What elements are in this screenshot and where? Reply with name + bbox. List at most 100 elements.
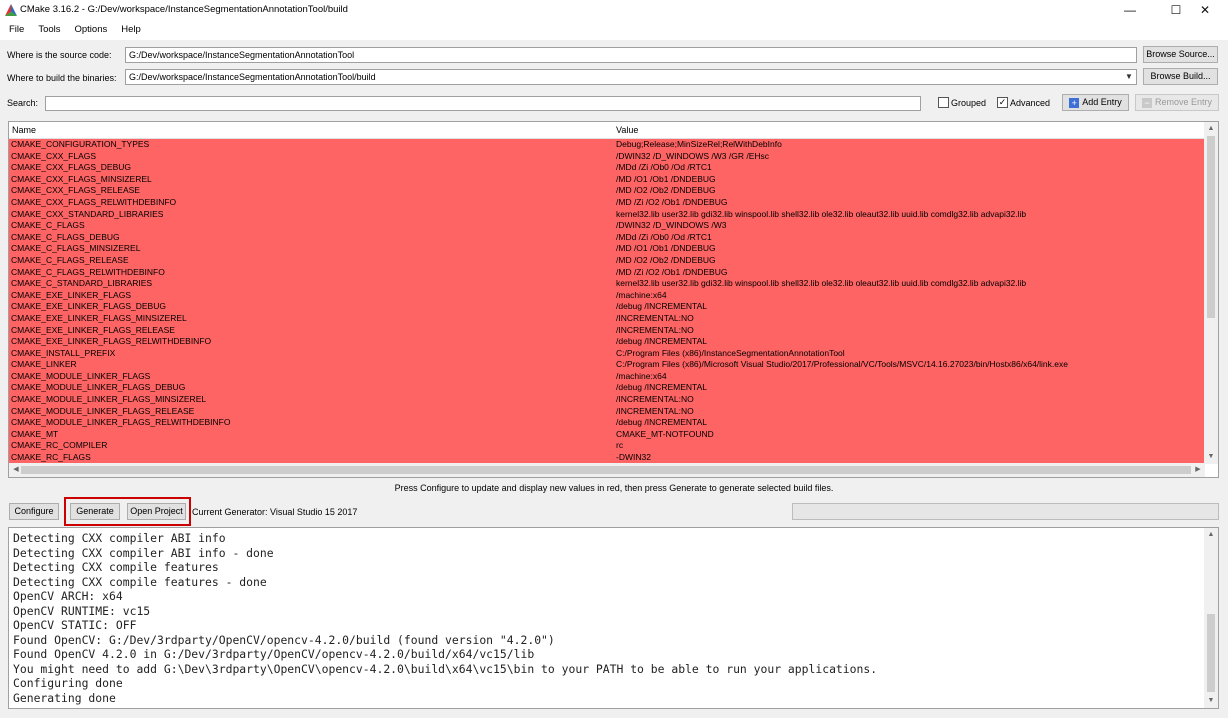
table-row[interactable]: CMAKE_RC_COMPILER rc xyxy=(9,440,1205,453)
search-input[interactable] xyxy=(45,96,921,111)
cache-entry-value[interactable]: kernel32.lib user32.lib gdi32.lib winspo… xyxy=(616,209,1026,221)
table-horizontal-scroll-thumb[interactable] xyxy=(21,466,1191,474)
scroll-right-icon[interactable]: ▶ xyxy=(1191,463,1205,477)
add-entry-button[interactable]: + Add Entry xyxy=(1062,94,1129,111)
cache-entry-value[interactable]: /INCREMENTAL:NO xyxy=(616,406,694,418)
browse-source-button[interactable]: Browse Source... xyxy=(1143,46,1218,63)
table-horizontal-scrollbar[interactable]: ◀ ▶ xyxy=(9,463,1205,477)
cache-entry-value[interactable]: /MD /O1 /Ob1 /DNDEBUG xyxy=(616,243,716,255)
cache-entry-value[interactable]: /INCREMENTAL:NO xyxy=(616,325,694,337)
table-row[interactable]: CMAKE_INSTALL_PREFIX C:/Program Files (x8… xyxy=(9,347,1205,360)
source-path-input[interactable]: G:/Dev/workspace/InstanceSegmentationAnn… xyxy=(125,47,1137,63)
scroll-down-icon[interactable]: ▼ xyxy=(1204,694,1218,708)
output-line: You might need to add G:\Dev\3rdparty\Op… xyxy=(13,661,878,676)
table-row[interactable]: CMAKE_C_FLAGS_DEBUG/MDd /Zi /Ob0 /Od /RT… xyxy=(9,231,1205,244)
cache-entry-value[interactable]: /debug /INCREMENTAL xyxy=(616,382,707,394)
cache-entry-value[interactable]: kernel32.lib user32.lib gdi32.lib winspo… xyxy=(616,278,1026,290)
scroll-down-icon[interactable]: ▼ xyxy=(1204,450,1218,464)
table-row[interactable]: CMAKE_MODULE_LINKER_FLAGS/machine:x64 xyxy=(9,370,1205,383)
cache-entry-value[interactable]: /DWIN32 /D_WINDOWS /W3 xyxy=(616,220,727,232)
table-row[interactable]: CMAKE_LINKER C:/Program Files (x86)/Micro… xyxy=(9,359,1205,371)
column-header-name[interactable]: Name xyxy=(12,125,36,135)
output-line: Detecting CXX compile features xyxy=(13,560,219,574)
source-label: Where is the source code: xyxy=(7,50,112,60)
table-row[interactable]: CMAKE_C_FLAGS_RELEASE/MD /O2 /Ob2 /DNDEB… xyxy=(9,254,1205,267)
cache-entry-value[interactable]: C:/Program Files (x86)/Microsoft Visual … xyxy=(616,359,1068,371)
table-row[interactable]: CMAKE_CXX_STANDARD_LIBRARIES kernel32.lib… xyxy=(9,208,1205,221)
search-label: Search: xyxy=(7,98,39,108)
table-row[interactable]: CMAKE_CXX_FLAGS_MINSIZEREL/MD /O1 /Ob1 /… xyxy=(9,173,1205,186)
browse-build-button[interactable]: Browse Build... xyxy=(1143,68,1218,85)
table-row[interactable]: CMAKE_C_STANDARD_LIBRARIES kernel32.lib u… xyxy=(9,278,1205,290)
advanced-checkbox[interactable]: ✓ xyxy=(997,97,1008,108)
cache-entry-value[interactable]: /MD /O2 /Ob2 /DNDEBUG xyxy=(616,255,716,267)
remove-entry-button[interactable]: − Remove Entry xyxy=(1135,94,1219,111)
close-button[interactable]: ✕ xyxy=(1182,0,1228,20)
table-row[interactable]: CMAKE_C_FLAGS_MINSIZEREL/MD /O1 /Ob1 /DN… xyxy=(9,243,1205,255)
menu-file[interactable]: File xyxy=(2,20,31,40)
table-row[interactable]: CMAKE_CXX_FLAGS/DWIN32 /D_WINDOWS /W3 /G… xyxy=(9,150,1205,163)
configure-hint: Press Configure to update and display ne… xyxy=(394,483,834,493)
cache-entry-value[interactable]: /DWIN32 /D_WINDOWS /W3 /GR /EHsc xyxy=(616,151,769,163)
table-row[interactable]: CMAKE_MT CMAKE_MT-NOTFOUND xyxy=(9,428,1205,441)
cache-entry-value[interactable]: /MD /Zi /O2 /Ob1 /DNDEBUG xyxy=(616,197,727,209)
table-vertical-scroll-thumb[interactable] xyxy=(1207,136,1215,318)
table-row[interactable]: CMAKE_RC_FLAGS -DWIN32 xyxy=(9,452,1205,464)
column-header-value[interactable]: Value xyxy=(616,125,638,135)
cache-entry-value[interactable]: /debug /INCREMENTAL xyxy=(616,336,707,348)
cache-entry-value[interactable]: /INCREMENTAL:NO xyxy=(616,394,694,406)
table-row[interactable]: CMAKE_C_FLAGS_RELWITHDEBINFO/MD /Zi /O2 … xyxy=(9,266,1205,279)
cache-entry-value[interactable]: /debug /INCREMENTAL xyxy=(616,301,707,313)
table-row[interactable]: CMAKE_EXE_LINKER_FLAGS_MINSIZEREL/INCREM… xyxy=(9,312,1205,325)
cache-entry-value[interactable]: /MD /O2 /Ob2 /DNDEBUG xyxy=(616,185,716,197)
cache-entry-value[interactable]: /INCREMENTAL:NO xyxy=(616,313,694,325)
cache-entry-value[interactable]: C:/Program Files (x86)/InstanceSegmentat… xyxy=(616,348,845,360)
table-row[interactable]: CMAKE_CXX_FLAGS_RELEASE/MD /O2 /Ob2 /DND… xyxy=(9,185,1205,197)
cache-entry-value[interactable]: /MD /O1 /Ob1 /DNDEBUG xyxy=(616,174,716,186)
table-row[interactable]: CMAKE_EXE_LINKER_FLAGS/machine:x64 xyxy=(9,289,1205,302)
table-row[interactable]: CMAKE_CXX_FLAGS_RELWITHDEBINFO/MD /Zi /O… xyxy=(9,196,1205,209)
cache-entry-name: CMAKE_CXX_FLAGS_MINSIZEREL xyxy=(11,173,152,184)
grouped-checkbox[interactable] xyxy=(938,97,949,108)
cache-entry-value[interactable]: /machine:x64 xyxy=(616,290,667,302)
table-row[interactable]: CMAKE_MODULE_LINKER_FLAGS_RELEASE/INCREM… xyxy=(9,405,1205,418)
menu-options[interactable]: Options xyxy=(68,20,115,40)
chevron-down-icon[interactable]: ▼ xyxy=(1122,70,1136,84)
table-row[interactable]: CMAKE_EXE_LINKER_FLAGS_RELEASE/INCREMENT… xyxy=(9,324,1205,337)
build-path-value: G:/Dev/workspace/InstanceSegmentationAnn… xyxy=(129,72,376,82)
cache-table[interactable]: Name Value CMAKE_CONFIGURATION_TYPES Debu… xyxy=(8,121,1219,478)
table-row[interactable]: CMAKE_C_FLAGS/DWIN32 /D_WINDOWS /W3 xyxy=(9,220,1205,232)
table-row[interactable]: CMAKE_EXE_LINKER_FLAGS_RELWITHDEBINFO/de… xyxy=(9,336,1205,348)
table-vertical-scrollbar[interactable]: ▲ ▼ xyxy=(1204,122,1218,464)
cache-entry-value[interactable]: /MDd /Zi /Ob0 /Od /RTC1 xyxy=(616,232,712,244)
menu-help[interactable]: Help xyxy=(114,20,148,40)
table-row[interactable]: CMAKE_CXX_FLAGS_DEBUG/MDd /Zi /Ob0 /Od /… xyxy=(9,162,1205,174)
cache-entry-value[interactable]: -DWIN32 xyxy=(616,452,651,464)
build-path-combobox[interactable]: G:/Dev/workspace/InstanceSegmentationAnn… xyxy=(125,69,1137,85)
configure-button[interactable]: Configure xyxy=(9,503,59,520)
table-row[interactable]: CMAKE_MODULE_LINKER_FLAGS_MINSIZEREL/INC… xyxy=(9,394,1205,406)
cache-entry-value[interactable]: rc xyxy=(616,440,623,452)
table-row[interactable]: CMAKE_CONFIGURATION_TYPES Debug;Release;M… xyxy=(9,139,1205,151)
table-row[interactable]: CMAKE_MODULE_LINKER_FLAGS_RELWITHDEBINFO… xyxy=(9,417,1205,429)
output-log[interactable]: Detecting CXX compiler ABI info Detecting… xyxy=(8,527,1219,709)
menu-tools[interactable]: Tools xyxy=(31,20,67,40)
cache-entry-name: CMAKE_RC_FLAGS xyxy=(11,452,91,463)
cache-entry-name: CMAKE_C_FLAGS_DEBUG xyxy=(11,231,120,242)
table-row[interactable]: CMAKE_EXE_LINKER_FLAGS_DEBUG/debug /INCR… xyxy=(9,301,1205,313)
cache-entry-value[interactable]: /machine:x64 xyxy=(616,371,667,383)
cache-entry-value[interactable]: /MD /Zi /O2 /Ob1 /DNDEBUG xyxy=(616,267,727,279)
table-row[interactable]: CMAKE_MODULE_LINKER_FLAGS_DEBUG/debug /I… xyxy=(9,382,1205,395)
output-scroll-thumb[interactable] xyxy=(1207,614,1215,692)
minimize-button[interactable]: — xyxy=(1107,0,1153,20)
minus-icon: − xyxy=(1141,98,1152,108)
scroll-up-icon[interactable]: ▲ xyxy=(1204,122,1218,136)
cache-entry-value[interactable]: CMAKE_MT-NOTFOUND xyxy=(616,429,714,441)
cache-entry-value[interactable]: /debug /INCREMENTAL xyxy=(616,417,707,429)
output-vertical-scrollbar[interactable]: ▲ ▼ xyxy=(1204,528,1218,708)
cache-entry-value[interactable]: Debug;Release;MinSizeRel;RelWithDebInfo xyxy=(616,139,782,151)
cache-entry-value[interactable]: /MDd /Zi /Ob0 /Od /RTC1 xyxy=(616,162,712,174)
cache-entry-name: CMAKE_RC_COMPILER xyxy=(11,440,108,451)
table-body: CMAKE_CONFIGURATION_TYPES Debug;Release;M… xyxy=(9,139,1205,464)
scroll-up-icon[interactable]: ▲ xyxy=(1204,528,1218,542)
